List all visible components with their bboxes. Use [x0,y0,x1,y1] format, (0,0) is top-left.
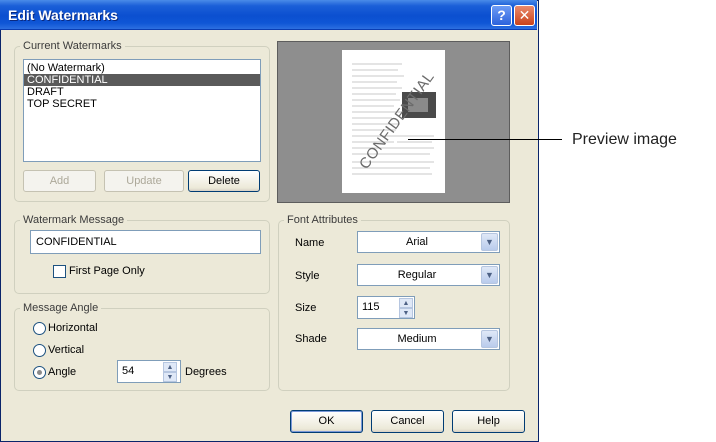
horizontal-label: Horizontal [48,322,98,334]
list-item[interactable]: TOP SECRET [24,98,260,110]
font-name-label: Name [295,237,325,249]
angle-label: Angle [48,366,77,378]
font-name-value: Arial [405,236,428,248]
list-item[interactable]: CONFIDENTIAL [24,74,260,86]
first-page-only-checkbox[interactable] [53,265,66,278]
degrees-label: Degrees [185,366,227,378]
size-spin-up-button[interactable]: ▲ [399,298,413,308]
angle-spin-down-button[interactable]: ▼ [163,372,177,382]
font-style-select[interactable]: Regular ▼ [357,264,500,286]
help-title-button[interactable]: ? [491,5,512,26]
first-page-only-label: First Page Only [69,265,145,277]
preview-image-callout: Preview image [572,131,677,148]
preview-image: CONFIDENTIAL [342,50,445,193]
font-style-value: Regular [397,269,437,281]
chevron-down-icon[interactable]: ▼ [481,233,498,251]
angle-radio[interactable] [33,366,46,379]
list-item[interactable]: (No Watermark) [24,62,260,74]
add-button[interactable]: Add [23,170,96,192]
cancel-button[interactable]: Cancel [371,410,444,433]
shade-value: Medium [397,333,437,345]
current-watermarks-legend: Current Watermarks [20,40,125,52]
font-attributes-legend: Font Attributes [284,214,361,226]
close-button[interactable]: ✕ [514,5,535,26]
shade-label: Shade [295,333,327,345]
list-item[interactable]: DRAFT [24,86,260,98]
update-button[interactable]: Update [104,170,184,192]
shade-select[interactable]: Medium ▼ [357,328,500,350]
message-angle-legend: Message Angle [20,302,102,314]
chevron-down-icon[interactable]: ▼ [481,330,498,348]
size-spin-down-button[interactable]: ▼ [399,308,413,318]
ok-button[interactable]: OK [290,410,363,433]
watermark-message-input[interactable]: CONFIDENTIAL [30,230,261,254]
watermark-message-legend: Watermark Message [20,214,128,226]
callout-line [408,139,562,140]
vertical-label: Vertical [48,344,85,356]
help-button[interactable]: Help [452,410,525,433]
watermark-listbox[interactable]: (No Watermark) CONFIDENTIAL DRAFT TOP SE… [23,59,261,162]
font-name-select[interactable]: Arial ▼ [357,231,500,253]
font-size-label: Size [295,302,317,314]
angle-spin-up-button[interactable]: ▲ [163,362,177,372]
delete-button[interactable]: Delete [188,170,260,192]
vertical-radio[interactable] [33,344,46,357]
horizontal-radio[interactable] [33,322,46,335]
dialog-title: Edit Watermarks [8,7,118,23]
font-style-label: Style [295,270,320,282]
chevron-down-icon[interactable]: ▼ [481,266,498,284]
